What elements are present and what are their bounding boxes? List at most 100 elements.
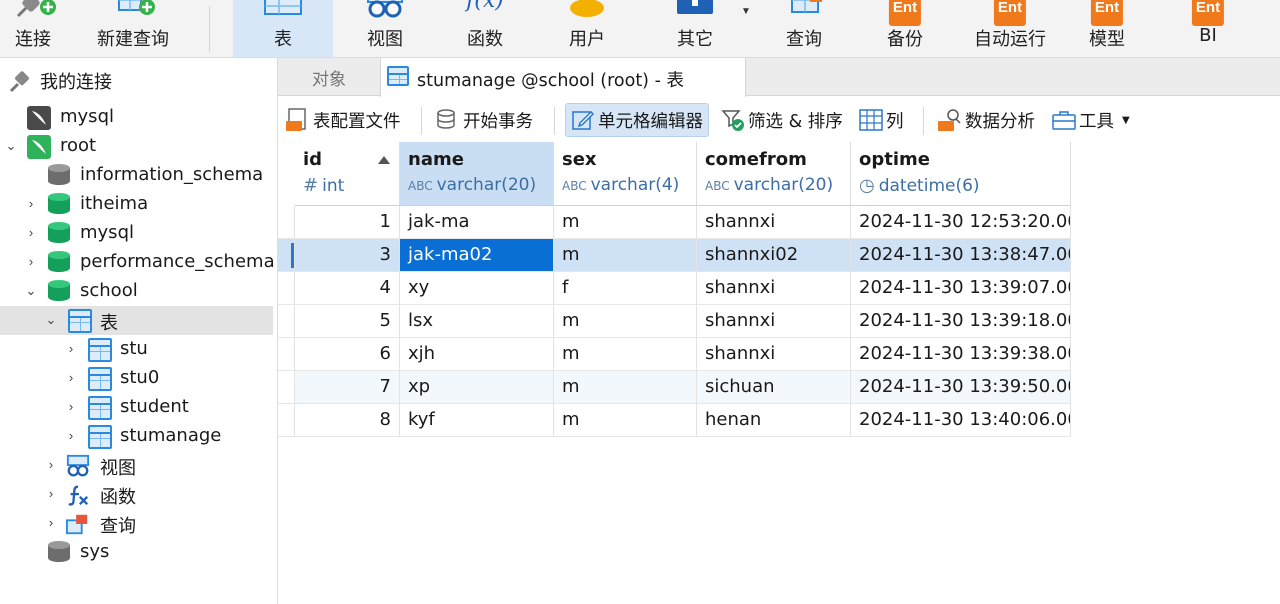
ribbon-table-button[interactable]: 表 bbox=[233, 0, 333, 57]
row-marker[interactable] bbox=[278, 206, 295, 239]
cell-name[interactable]: lsx bbox=[400, 305, 554, 338]
cell-comefrom[interactable]: shannxi bbox=[697, 305, 851, 338]
chevron-down-icon[interactable]: ⌄ bbox=[24, 283, 38, 299]
tree-item-table-stumanage[interactable]: › stumanage bbox=[0, 422, 278, 451]
chevron-right-icon[interactable]: › bbox=[24, 254, 38, 269]
tree-item-root-connection[interactable]: ⌄ root bbox=[0, 132, 278, 161]
cell-comefrom[interactable]: henan bbox=[697, 404, 851, 437]
ribbon-view-button[interactable]: 视图 bbox=[343, 0, 427, 57]
tab-objects[interactable]: 对象 bbox=[278, 58, 380, 96]
tree-item-table-stu0[interactable]: › stu0 bbox=[0, 364, 278, 393]
cell-name[interactable]: jak-ma02 bbox=[400, 239, 554, 272]
tree-item-queries-folder[interactable]: › 查询 bbox=[0, 509, 278, 538]
cell-id[interactable]: 6 bbox=[295, 338, 400, 371]
cell-sex[interactable]: m bbox=[554, 371, 697, 404]
ribbon-new-query-button[interactable]: 新建查询 bbox=[88, 0, 178, 57]
ribbon-user-button[interactable]: 用户 bbox=[545, 0, 629, 57]
cell-optime[interactable]: 2024-11-30 12:53:20.00 bbox=[851, 206, 1071, 239]
tree-item-sys[interactable]: sys bbox=[0, 538, 278, 567]
plug-icon bbox=[16, 0, 56, 18]
cell-sex[interactable]: m bbox=[554, 404, 697, 437]
data-analysis-button[interactable]: 数据分析 bbox=[938, 103, 1035, 137]
chevron-down-icon[interactable]: ⌄ bbox=[44, 312, 58, 328]
chevron-right-icon[interactable]: › bbox=[64, 399, 78, 414]
ribbon-bi-button[interactable]: Ent BI bbox=[1172, 0, 1244, 57]
cell-name[interactable]: xy bbox=[400, 272, 554, 305]
chevron-down-icon[interactable]: ▼ bbox=[741, 6, 751, 17]
row-marker[interactable] bbox=[278, 371, 295, 404]
cell-comefrom[interactable]: shannxi02 bbox=[697, 239, 851, 272]
ribbon-query-button[interactable]: 查询 bbox=[764, 0, 844, 57]
cell-sex[interactable]: m bbox=[554, 305, 697, 338]
row-marker[interactable] bbox=[278, 239, 295, 272]
chevron-right-icon[interactable]: › bbox=[64, 428, 78, 443]
tree-item-school[interactable]: ⌄ school bbox=[0, 277, 278, 306]
column-header-sex[interactable]: sex ABC varchar(4) bbox=[554, 142, 697, 206]
cell-id[interactable]: 5 bbox=[295, 305, 400, 338]
tree-item-table-student[interactable]: › student bbox=[0, 393, 278, 422]
columns-button[interactable]: 列 bbox=[859, 103, 904, 137]
ribbon-backup-button[interactable]: Ent 备份 bbox=[865, 0, 945, 57]
tree-item-views-folder[interactable]: › 视图 bbox=[0, 451, 278, 480]
chevron-right-icon[interactable]: › bbox=[44, 457, 58, 472]
cell-name[interactable]: xp bbox=[400, 371, 554, 404]
cell-id[interactable]: 4 bbox=[295, 272, 400, 305]
ribbon-model-button[interactable]: Ent 模型 bbox=[1070, 0, 1144, 57]
cell-comefrom[interactable]: shannxi bbox=[697, 206, 851, 239]
cell-optime[interactable]: 2024-11-30 13:38:47.00 bbox=[851, 239, 1071, 272]
tab-stumanage-table[interactable]: stumanage @school (root) - 表 bbox=[380, 58, 746, 97]
cell-comefrom[interactable]: shannxi bbox=[697, 272, 851, 305]
cell-sex[interactable]: m bbox=[554, 206, 697, 239]
tree-item-functions-folder[interactable]: › 函数 bbox=[0, 480, 278, 509]
chevron-right-icon[interactable]: › bbox=[64, 341, 78, 356]
table-profile-button[interactable]: 表配置文件 bbox=[286, 103, 401, 137]
cell-id[interactable]: 8 bbox=[295, 404, 400, 437]
tree-item-table-stu[interactable]: › stu bbox=[0, 335, 278, 364]
filter-sort-button[interactable]: 筛选 & 排序 bbox=[721, 103, 843, 137]
chevron-right-icon[interactable]: › bbox=[44, 486, 58, 501]
cell-sex[interactable]: f bbox=[554, 272, 697, 305]
ribbon-automation-button[interactable]: Ent 自动运行 bbox=[963, 0, 1057, 57]
row-marker[interactable] bbox=[278, 305, 295, 338]
tree-item-mysql-db[interactable]: › mysql bbox=[0, 219, 278, 248]
cell-optime[interactable]: 2024-11-30 13:39:07.00 bbox=[851, 272, 1071, 305]
cell-id[interactable]: 1 bbox=[295, 206, 400, 239]
cell-sex[interactable]: m bbox=[554, 239, 697, 272]
chevron-right-icon[interactable]: › bbox=[24, 196, 38, 211]
chevron-right-icon[interactable]: › bbox=[24, 225, 38, 240]
cell-optime[interactable]: 2024-11-30 13:40:06.00 bbox=[851, 404, 1071, 437]
begin-transaction-button[interactable]: 开始事务 bbox=[436, 103, 533, 137]
column-header-name[interactable]: name ABC varchar(20) bbox=[400, 142, 554, 206]
row-marker[interactable] bbox=[278, 272, 295, 305]
chevron-right-icon[interactable]: › bbox=[64, 370, 78, 385]
tree-item-information-schema[interactable]: information_schema bbox=[0, 161, 278, 190]
tree-item-itheima[interactable]: › itheima bbox=[0, 190, 278, 219]
cell-name[interactable]: jak-ma bbox=[400, 206, 554, 239]
row-marker[interactable] bbox=[278, 338, 295, 371]
cell-optime[interactable]: 2024-11-30 13:39:38.00 bbox=[851, 338, 1071, 371]
chevron-down-icon[interactable]: ⌄ bbox=[4, 138, 18, 154]
cell-name[interactable]: kyf bbox=[400, 404, 554, 437]
row-marker[interactable] bbox=[278, 404, 295, 437]
cell-id[interactable]: 3 bbox=[295, 239, 400, 272]
tools-button[interactable]: 工具 ▼ bbox=[1052, 103, 1130, 137]
cell-editor-button[interactable]: 单元格编辑器 bbox=[565, 103, 709, 137]
cell-name[interactable]: xjh bbox=[400, 338, 554, 371]
column-header-optime[interactable]: optime ◷ datetime(6) bbox=[851, 142, 1071, 206]
tree-item-tables-folder[interactable]: ⌄ 表 bbox=[0, 306, 273, 335]
column-header-comefrom[interactable]: comefrom ABC varchar(20) bbox=[697, 142, 851, 206]
cell-sex[interactable]: m bbox=[554, 338, 697, 371]
cell-comefrom[interactable]: sichuan bbox=[697, 371, 851, 404]
cell-comefrom[interactable]: shannxi bbox=[697, 338, 851, 371]
query-icon bbox=[66, 514, 88, 535]
ribbon-function-button[interactable]: f(x) 函数 bbox=[443, 0, 527, 57]
tree-item-performance-schema[interactable]: › performance_schema bbox=[0, 248, 278, 277]
cell-optime[interactable]: 2024-11-30 13:39:18.00 bbox=[851, 305, 1071, 338]
tree-item-mysql-connection[interactable]: mysql bbox=[0, 103, 278, 132]
cell-optime[interactable]: 2024-11-30 13:39:50.00 bbox=[851, 371, 1071, 404]
chevron-right-icon[interactable]: › bbox=[44, 515, 58, 530]
ribbon-connect-button[interactable]: 连接 bbox=[0, 0, 66, 57]
column-header-id[interactable]: id # int bbox=[295, 142, 400, 206]
ribbon-other-button[interactable]: 其它 bbox=[655, 0, 735, 57]
cell-id[interactable]: 7 bbox=[295, 371, 400, 404]
